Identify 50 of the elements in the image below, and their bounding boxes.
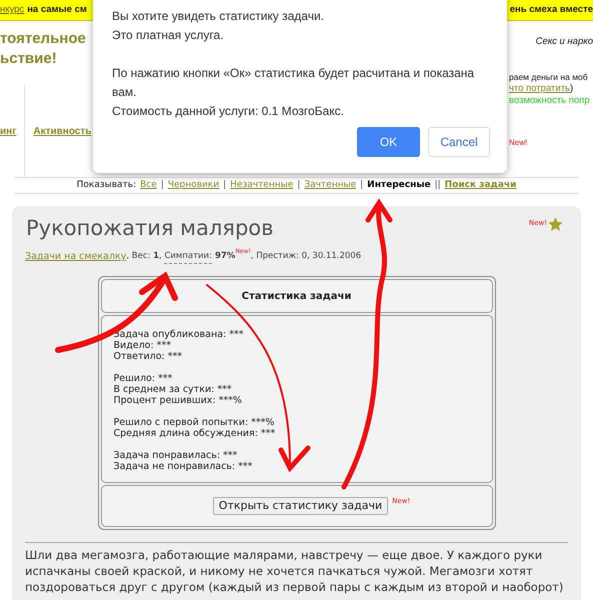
contest-link[interactable]: нкурс [0, 2, 24, 18]
search-link[interactable]: Поиск задачи [444, 178, 516, 192]
filter-link[interactable]: Все [140, 178, 157, 192]
task-description: Шли два мегамозга, работающие малярами, навстречу — еще двое. У каждого руки испачканы своей краской, и никому не хочется пачкаться чужой. Мегамозги хотят поздороваться друг с другом (каждый из первой пары с каждым из второй и наоборот) [25, 547, 564, 596]
stat-line: Задача не понравилась: *** [114, 461, 254, 472]
stat-line: Задача понравилась: *** [114, 450, 238, 462]
menu-link[interactable]: Активность [33, 124, 92, 138]
promo-text: ) [570, 83, 574, 96]
new-label: New! [509, 137, 528, 150]
cancel-button[interactable]: Cancel [428, 127, 490, 157]
open-stats-button[interactable]: Открыть статистику задачи [212, 497, 388, 516]
category-link[interactable]: Задачи на смекалку [25, 250, 126, 264]
separator-text: || [434, 178, 441, 192]
stat-line: Средняя длина обсуждения: *** [114, 428, 276, 440]
tagline-text: Секс и нарко [536, 35, 593, 49]
slogan-text: ьствие! [0, 49, 58, 69]
filter-link[interactable]: Незачтенные [230, 178, 294, 192]
nav-label: Показывать: [76, 178, 136, 192]
sympathy-value: 97% [214, 250, 236, 263]
stat-line: Ответило: *** [114, 351, 184, 362]
meta-text: , Престиж: 0, 30.11.2006 [250, 250, 362, 263]
dialog-message: Стоимость данной услуги: 0.1 МозгоБакс. [112, 103, 345, 120]
dialog-message: Вы хотите увидеть статистику задачи. [112, 8, 326, 25]
slogan-text: тоятельное [0, 29, 87, 49]
spend-link[interactable]: что потратить [509, 83, 570, 96]
task-title: Рукопожатия маляров [26, 215, 274, 242]
sympathy-label: Симпатии: [164, 250, 212, 264]
stat-line: Решило: *** [114, 373, 174, 384]
separator-text: | [223, 178, 226, 192]
banner-text: ень смеха вместе [510, 2, 593, 17]
separator-text: | [160, 178, 164, 192]
menu-link[interactable]: инг [0, 124, 16, 138]
stat-line: Видело: *** [114, 340, 172, 352]
promo-text: раем деньги на моб [509, 71, 588, 84]
separator-text: | [297, 178, 300, 192]
filter-link[interactable]: Интересные [367, 178, 431, 192]
star-icon[interactable] [549, 218, 562, 231]
stat-line: Решило с первой попытки: ***% [114, 417, 276, 428]
separator-text: | [360, 178, 364, 192]
stats-title: Статистика задачи [242, 290, 352, 304]
filter-link[interactable]: Черновики [168, 178, 220, 192]
banner-text: на самые см [27, 2, 87, 17]
stat-line: Процент решивших: ***% [114, 395, 243, 406]
promo-text: возможность попр [509, 95, 590, 108]
dialog-message: Это платная услуга. [112, 27, 225, 44]
meta-text: , Вес: 1, [126, 250, 163, 263]
stat-line: В среднем за сутки: *** [114, 384, 233, 396]
ok-button[interactable]: OK [357, 127, 420, 157]
filter-link[interactable]: Зачтенные [304, 178, 356, 192]
dialog-message: По нажатию кнопки «Ок» статистика будет расчитана и показана вам. [112, 65, 476, 101]
